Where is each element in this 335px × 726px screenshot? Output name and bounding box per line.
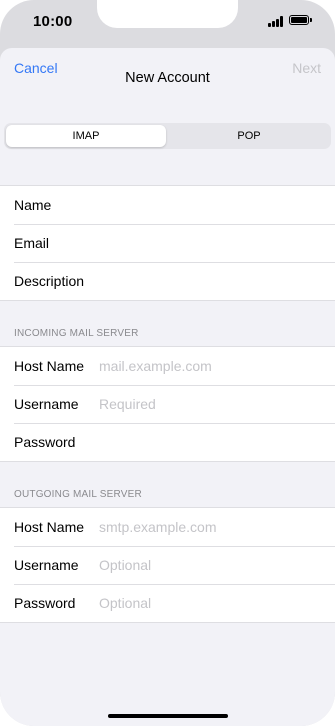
incoming-username-label: Username xyxy=(14,396,79,412)
incoming-section-header: INCOMING MAIL SERVER xyxy=(14,328,139,339)
outgoing-username-label: Username xyxy=(14,557,79,573)
incoming-username-row[interactable]: Username xyxy=(0,385,335,423)
incoming-host-field[interactable] xyxy=(99,355,319,377)
device-notch xyxy=(97,0,238,28)
account-info-group: Name Email Description xyxy=(0,185,335,301)
protocol-segmented-control: IMAP POP xyxy=(4,123,331,149)
home-indicator[interactable] xyxy=(108,714,228,718)
outgoing-host-field[interactable] xyxy=(99,516,319,538)
incoming-password-label: Password xyxy=(14,434,76,450)
cellular-signal-icon xyxy=(268,16,285,27)
incoming-host-row[interactable]: Host Name xyxy=(0,347,335,385)
incoming-password-field[interactable] xyxy=(99,431,319,453)
outgoing-password-row[interactable]: Password xyxy=(0,584,335,622)
outgoing-host-row[interactable]: Host Name xyxy=(0,508,335,546)
segment-imap[interactable]: IMAP xyxy=(6,125,166,147)
outgoing-server-group: Host Name Username Password xyxy=(0,507,335,623)
outgoing-section-header: OUTGOING MAIL SERVER xyxy=(14,489,142,500)
incoming-username-field[interactable] xyxy=(99,393,319,415)
description-row[interactable]: Description xyxy=(0,262,335,300)
incoming-server-group: Host Name Username Password xyxy=(0,346,335,462)
battery-icon xyxy=(289,15,313,27)
new-account-sheet: Cancel New Account Next IMAP POP Name Em… xyxy=(0,48,335,726)
phone-screen: 10:00 Cancel New Account Next IMAP POP N… xyxy=(0,0,335,726)
navigation-bar: Cancel New Account Next xyxy=(0,48,335,110)
outgoing-password-label: Password xyxy=(14,595,76,611)
incoming-password-row[interactable]: Password xyxy=(0,423,335,461)
outgoing-username-row[interactable]: Username xyxy=(0,546,335,584)
name-row[interactable]: Name xyxy=(0,186,335,224)
segment-pop[interactable]: POP xyxy=(169,125,329,147)
status-time: 10:00 xyxy=(33,13,73,30)
outgoing-username-field[interactable] xyxy=(99,554,319,576)
status-bar: 10:00 xyxy=(0,0,335,48)
outgoing-password-field[interactable] xyxy=(99,592,319,614)
incoming-host-label: Host Name xyxy=(14,358,85,374)
outgoing-host-label: Host Name xyxy=(14,519,85,535)
page-title: New Account xyxy=(125,70,210,86)
next-button[interactable]: Next xyxy=(292,60,321,76)
email-row[interactable]: Email xyxy=(0,224,335,262)
